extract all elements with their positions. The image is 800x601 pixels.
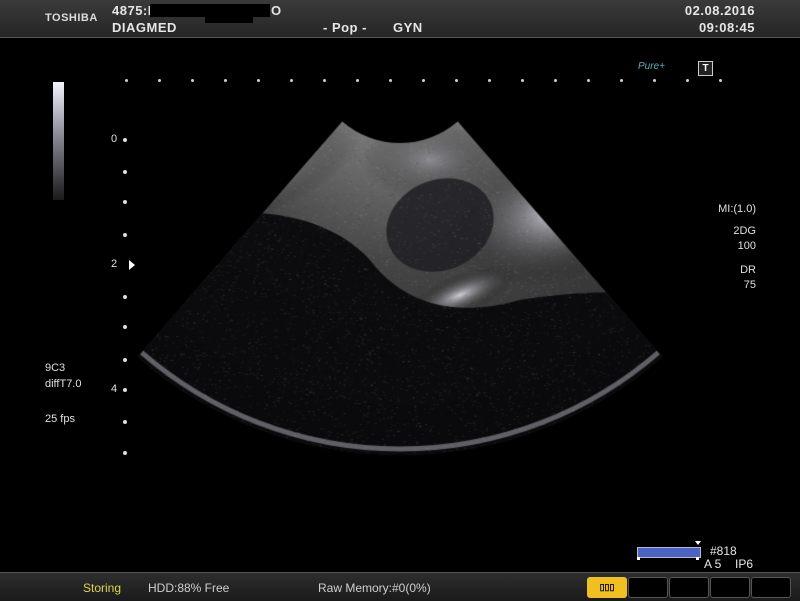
date-display: 02.08.2016 [685, 3, 755, 18]
image-processing-label: IP6 [735, 557, 753, 571]
exam-type: GYN [393, 20, 423, 35]
footer-slot-button[interactable] [628, 577, 668, 598]
preset-label: - Pop - [323, 20, 367, 35]
focus-marker-icon[interactable] [129, 260, 135, 270]
lateral-scale-dot [323, 79, 326, 82]
lateral-scale-dot [158, 79, 161, 82]
frame-rate: 25 fps [45, 413, 75, 425]
ultrasound-image [0, 0, 800, 600]
lateral-scale-dot [719, 79, 722, 82]
cine-tick [637, 557, 640, 560]
lateral-scale-dot [686, 79, 689, 82]
time-display: 09:08:45 [699, 20, 755, 35]
footer-slot-button[interactable] [669, 577, 709, 598]
lateral-scale-dot [455, 79, 458, 82]
depth-tick [123, 388, 127, 392]
institution-name: DIAGMED [112, 20, 177, 35]
depth-label-0: 0 [111, 133, 117, 145]
depth-tick [123, 138, 127, 142]
t-badge-icon: T [698, 61, 713, 76]
footer-slot-button[interactable] [710, 577, 750, 598]
cine-bar[interactable] [637, 547, 701, 558]
lateral-scale-dot [125, 79, 128, 82]
lateral-scale-dot [422, 79, 425, 82]
lateral-scale-dot [191, 79, 194, 82]
storing-status: Storing [83, 581, 121, 595]
film-strip-icon[interactable]: ▯▯▯ [587, 577, 627, 598]
depth-tick [123, 325, 127, 329]
cine-tick [696, 557, 699, 560]
depth-label-2: 2 [111, 258, 117, 270]
mechanical-index: MI:(1.0) [718, 203, 756, 215]
footer-slot-button[interactable] [751, 577, 791, 598]
status-bar: Storing HDD:88% Free Raw Memory:#0(0%) ▯… [0, 572, 800, 601]
raw-memory-status: Raw Memory:#0(0%) [318, 581, 431, 595]
lateral-scale-dot [356, 79, 359, 82]
depth-tick [123, 451, 127, 455]
lateral-scale-dot [521, 79, 524, 82]
brand-logo: TOSHIBA [45, 12, 98, 24]
depth-tick [123, 358, 127, 362]
redaction-box-2 [205, 15, 253, 23]
pure-plus-logo: Pure+ [638, 61, 665, 72]
lateral-scale-dot [257, 79, 260, 82]
header-bar: TOSHIBA 4875:L O DIAGMED - Pop - GYN 02.… [0, 0, 800, 38]
hdd-status: HDD:88% Free [148, 581, 229, 595]
dynamic-range-label: DR [740, 264, 756, 276]
harmonic-frequency: diffT7.0 [45, 378, 82, 390]
lateral-scale-dot [554, 79, 557, 82]
lateral-scale-dot [653, 79, 656, 82]
lateral-scale-dot [587, 79, 590, 82]
lateral-scale-dot [389, 79, 392, 82]
mode-label: 2DG [733, 225, 756, 237]
depth-tick [123, 295, 127, 299]
lateral-scale-dot [290, 79, 293, 82]
grayscale-bar [53, 82, 64, 200]
depth-tick [123, 170, 127, 174]
gain-value: 100 [738, 240, 756, 252]
cine-frame-number: #818 [710, 544, 737, 558]
depth-tick [123, 200, 127, 204]
depth-tick [123, 233, 127, 237]
lateral-scale-dot [488, 79, 491, 82]
depth-label-4: 4 [111, 383, 117, 395]
averaging-label: A 5 [704, 557, 721, 571]
cine-position-marker-icon [695, 541, 701, 545]
depth-tick [123, 420, 127, 424]
lateral-scale-dot [224, 79, 227, 82]
lateral-scale-dot [620, 79, 623, 82]
dynamic-range-value: 75 [744, 279, 756, 291]
probe-name: 9C3 [45, 362, 65, 374]
patient-id-tail: O [271, 3, 281, 18]
